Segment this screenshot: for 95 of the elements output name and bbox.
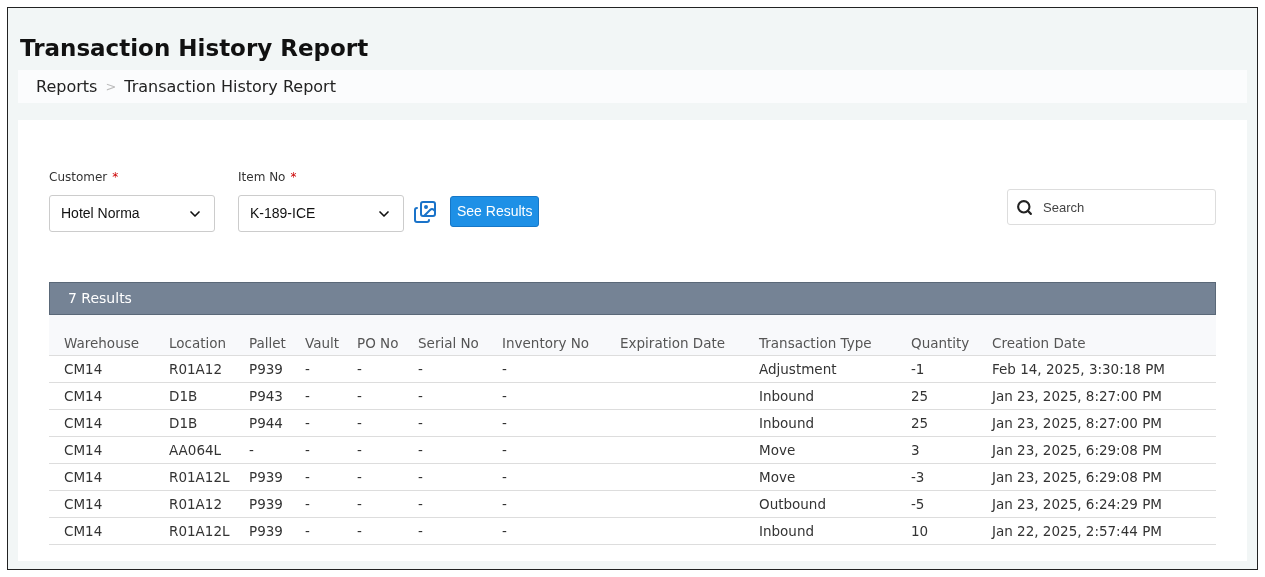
table-cell-text: CM14 — [64, 521, 104, 541]
table-cell-text: Inbound — [759, 521, 816, 541]
table-cell-text: - — [502, 521, 508, 541]
table-cell-text: - — [357, 494, 363, 514]
breadcrumb-separator: > — [105, 77, 117, 96]
table-cell-text: Jan 23, 2025, 8:27:00 PM — [992, 413, 1163, 433]
column-header: PO No — [357, 333, 400, 353]
column-header: Inventory No — [502, 333, 591, 353]
table-cell-text: AA064L — [169, 440, 223, 460]
column-header: Expiration Date — [620, 333, 727, 353]
table-cell-text: - — [357, 521, 363, 541]
table-cell-text: - — [305, 494, 311, 514]
table-cell-text: - — [357, 359, 363, 379]
table-cell-text: CM14 — [64, 413, 104, 433]
table-cell-text: Jan 22, 2025, 2:57:44 PM — [992, 521, 1163, 541]
table-cell-text: - — [418, 521, 424, 541]
table-cell-text: R01A12L — [169, 521, 231, 541]
required-mark: * — [290, 169, 297, 186]
table-cell-text: - — [305, 467, 311, 487]
table-cell-text: D1B — [169, 386, 199, 406]
table-cell-text: Inbound — [759, 386, 816, 406]
table-cell-text: - — [502, 494, 508, 514]
table-cell-text: D1B — [169, 413, 199, 433]
table-cell-text: R01A12L — [169, 467, 231, 487]
table-cell-text: - — [305, 386, 311, 406]
table-cell-text: CM14 — [64, 440, 104, 460]
column-header: Pallet — [249, 333, 287, 353]
required-mark: * — [112, 169, 119, 186]
table-cell-text: - — [418, 359, 424, 379]
table-cell-text: CM14 — [64, 467, 104, 487]
table-cell-text: P943 — [249, 386, 284, 406]
table-cell-text: - — [418, 440, 424, 460]
table-cell-text: - — [305, 440, 311, 460]
field-label: Customer — [49, 169, 108, 186]
table-cell-text: - — [418, 467, 424, 487]
table-cell-text: P944 — [249, 413, 284, 433]
table-cell-text: Jan 23, 2025, 6:24:29 PM — [992, 494, 1163, 514]
table-cell-text: R01A12 — [169, 494, 223, 514]
table-cell-text: CM14 — [64, 386, 104, 406]
table-cell-text: 3 — [911, 440, 921, 460]
search-icon — [1016, 199, 1033, 216]
search-field[interactable]: Search — [1007, 189, 1216, 225]
table-cell-text: - — [502, 467, 508, 487]
table-cell-text: - — [357, 386, 363, 406]
table-cell-text: - — [502, 386, 508, 406]
table-cell-text: -3 — [911, 467, 926, 487]
table-cell-text: Jan 23, 2025, 8:27:00 PM — [992, 386, 1163, 406]
table-cell-text: 25 — [911, 386, 930, 406]
table-cell-text: 25 — [911, 413, 930, 433]
table-cell-text: - — [418, 413, 424, 433]
column-header: Quantity — [911, 333, 971, 353]
table-cell-text: - — [502, 440, 508, 460]
breadcrumb-item[interactable]: Reports — [36, 74, 98, 99]
table-cell-text: - — [357, 413, 363, 433]
column-header: Creation Date — [992, 333, 1087, 353]
table-cell-text: 10 — [911, 521, 930, 541]
images-icon[interactable] — [413, 200, 437, 224]
table-cell-text: - — [249, 440, 255, 460]
table-cell-text: - — [305, 359, 311, 379]
table-cell-text: Outbound — [759, 494, 827, 514]
table-cell-text: - — [502, 413, 508, 433]
breadcrumb-item: Transaction History Report — [124, 75, 336, 98]
table-cell-text: Move — [759, 440, 797, 460]
table-cell-text: Feb 14, 2025, 3:30:18 PM — [992, 359, 1166, 379]
table-cell-text: - — [305, 521, 311, 541]
column-header: Location — [169, 333, 228, 353]
table-cell-text: - — [502, 359, 508, 379]
select-field[interactable]: Hotel Norma — [49, 195, 215, 232]
table-cell-text: Jan 23, 2025, 6:29:08 PM — [992, 440, 1163, 460]
table-cell-text: - — [418, 386, 424, 406]
table-cell-text: CM14 — [64, 494, 104, 514]
column-header: Transaction Type — [759, 333, 873, 353]
column-header: Serial No — [418, 333, 480, 353]
field-label: Item No — [238, 169, 286, 186]
table-cell-text: Move — [759, 467, 797, 487]
table-cell-text: -5 — [911, 494, 926, 514]
table-cell-text: P939 — [249, 359, 284, 379]
table-cell-text: Jan 23, 2025, 6:29:08 PM — [992, 467, 1163, 487]
column-header: Warehouse — [64, 333, 141, 353]
page-title: Transaction History Report — [20, 34, 369, 62]
table-cell-text: -1 — [911, 359, 926, 379]
results-count: 7 Results — [68, 289, 132, 308]
table-cell-text: - — [305, 413, 311, 433]
table-cell-text: Adjustment — [759, 359, 838, 379]
table-cell-text: R01A12 — [169, 359, 223, 379]
table-cell-text: Inbound — [759, 413, 816, 433]
table-cell-text: P939 — [249, 494, 284, 514]
table-cell-text: - — [418, 494, 424, 514]
table-cell-text: P939 — [249, 521, 284, 541]
table-cell-text: CM14 — [64, 359, 104, 379]
table-cell-text: P939 — [249, 467, 284, 487]
table-cell-text: - — [357, 440, 363, 460]
column-header: Vault — [305, 333, 341, 353]
table-cell-text: - — [357, 467, 363, 487]
select-field[interactable]: K-189-ICE — [238, 195, 404, 232]
